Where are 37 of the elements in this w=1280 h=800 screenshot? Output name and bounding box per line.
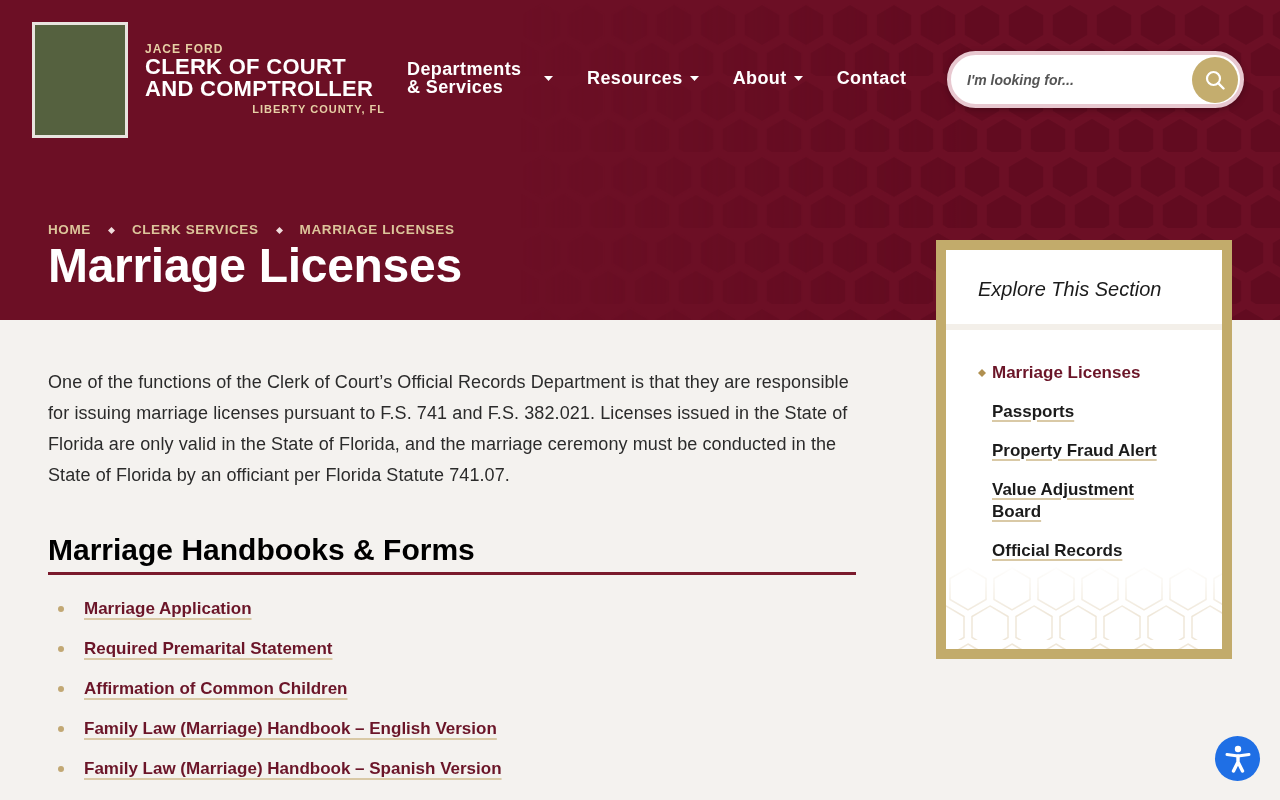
bullet-icon xyxy=(58,606,64,612)
nav-menu-item[interactable]: Resources xyxy=(587,69,699,87)
separator-icon xyxy=(107,226,115,234)
accessibility-button[interactable] xyxy=(1215,736,1260,781)
section-heading: Marriage Handbooks & Forms xyxy=(48,530,856,575)
bullet-icon xyxy=(58,726,64,732)
bullet-icon xyxy=(58,686,64,692)
nav-menu-item[interactable]: Contact xyxy=(836,69,907,87)
office-title: CLERK OF COURT xyxy=(145,56,347,78)
person-icon xyxy=(1224,744,1251,773)
bullet-icon xyxy=(58,766,64,772)
intro-paragraph: One of the functions of the Clerk of Court’s Official Records Department is that they are responsible for issuing marriage licenses pursuant to F.S. 741 and F.S. 382.021. Licenses issued in the State of Florida are only valid in the State of Florida, and the marriage ceremony must be conducted in the State of Florida by an officiant per Florida Statute 741.07. xyxy=(48,371,850,487)
form-link[interactable]: Affirmation of Common Children xyxy=(84,677,348,701)
section-nav-link[interactable]: Passports xyxy=(992,401,1075,423)
form-link[interactable]: Required Premarital Statement xyxy=(84,637,333,661)
breadcrumb-link[interactable]: HOME xyxy=(48,222,91,238)
bullet-icon xyxy=(58,646,64,652)
breadcrumb-link[interactable]: CLERK SERVICES xyxy=(131,222,259,238)
office-title: AND COMPTROLLER xyxy=(145,78,375,100)
official-name: JACE FORD xyxy=(145,42,225,56)
breadcrumb-link[interactable]: MARRIAGE LICENSES xyxy=(299,222,455,238)
separator-icon xyxy=(275,226,283,234)
search-input[interactable]: I'm looking for... xyxy=(967,59,1192,100)
section-nav-link[interactable]: Marriage Licenses xyxy=(992,362,1141,384)
section-nav-link[interactable]: Property Fraud Alert xyxy=(992,440,1157,462)
nav-menu-item[interactable]: Departments & Services xyxy=(407,60,553,96)
card-title: Explore This Section xyxy=(978,277,1162,301)
form-link[interactable]: Family Law (Marriage) Handbook – English Version xyxy=(84,717,497,741)
section-nav-link[interactable]: Official Records xyxy=(992,540,1123,562)
section-nav-link[interactable]: Value Adjustment Board xyxy=(992,479,1177,523)
nav-menu-item[interactable]: About xyxy=(732,69,803,87)
form-link[interactable]: Family Law (Marriage) Handbook – Spanish Version xyxy=(84,757,502,781)
page-title: Marriage Licenses xyxy=(48,240,462,292)
county-name: LIBERTY COUNTY, FL xyxy=(252,102,385,116)
search-field[interactable]: I'm looking for... xyxy=(947,51,1244,108)
search-icon xyxy=(1205,69,1225,90)
form-link[interactable]: Marriage Application xyxy=(84,597,252,621)
